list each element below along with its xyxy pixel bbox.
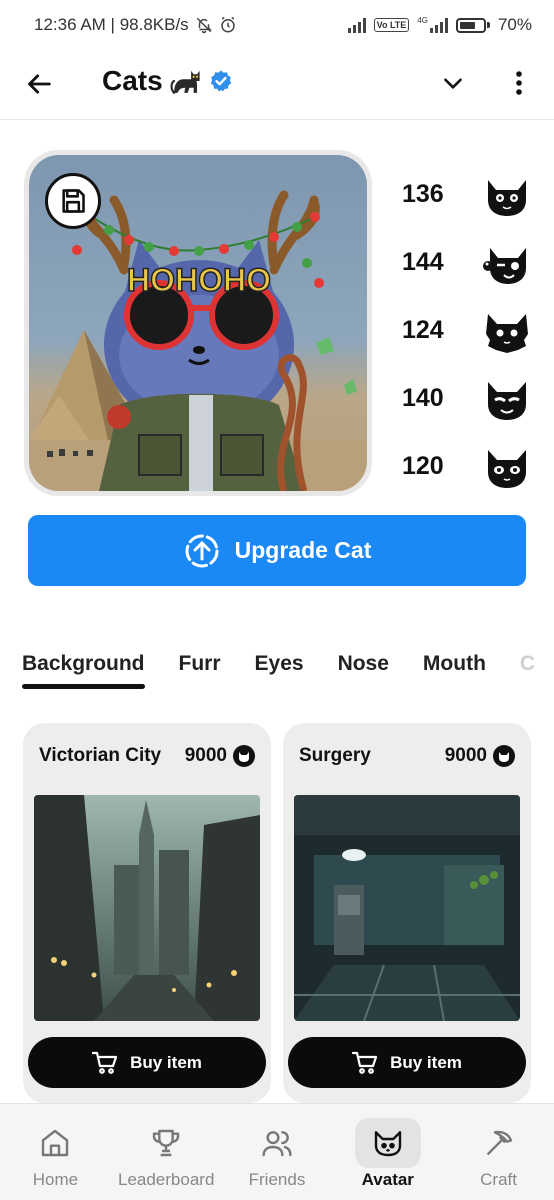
app-header: Cats: [0, 50, 554, 120]
glasses-text: HOHOHO: [127, 262, 271, 298]
stat-value: 140: [402, 383, 444, 412]
item-price: 9000: [444, 745, 487, 766]
nav-label: Avatar: [361, 1170, 414, 1189]
volte-badge: Vo LTE: [373, 18, 410, 32]
stat-value: 124: [402, 315, 444, 344]
tab-partial[interactable]: C: [520, 640, 535, 688]
upgrade-label: Upgrade Cat: [234, 537, 372, 563]
friends-icon: [262, 1131, 292, 1157]
arrow-left-icon: [28, 74, 51, 94]
stat-value: 120: [402, 451, 444, 480]
pickaxe-icon: [486, 1130, 512, 1155]
nav-craft[interactable]: Craft: [443, 1104, 554, 1200]
cat-coin-icon: [493, 745, 515, 767]
battery-icon: [455, 17, 490, 33]
shop-item-card: Victorian City 9000 Buy item: [23, 723, 271, 1103]
cat-face-smug-icon: [488, 382, 526, 420]
stat-value: 144: [402, 247, 444, 276]
item-preview-image[interactable]: [294, 795, 520, 1021]
battery-percent: 70%: [497, 15, 532, 34]
tab-background[interactable]: Background: [22, 640, 145, 689]
item-name: Victorian City: [39, 745, 162, 766]
buy-item-button[interactable]: Buy item: [288, 1037, 526, 1088]
cart-icon: [92, 1051, 118, 1074]
item-name: Surgery: [299, 745, 371, 766]
verified-badge-icon: [210, 70, 231, 92]
nav-leaderboard[interactable]: Leaderboard: [111, 1104, 222, 1200]
item-price: 9000: [184, 745, 227, 766]
dropdown-button[interactable]: [436, 66, 470, 100]
status-bar: 12:36 AM | 98.8KB/s Vo LTE 4G 70%: [0, 0, 554, 50]
network-label: 4G: [417, 16, 428, 25]
bottom-navigation: Home Leaderboard Friends Avatar Craft: [0, 1103, 554, 1200]
nav-friends[interactable]: Friends: [222, 1104, 333, 1200]
stat-row: 144: [402, 228, 532, 296]
trophy-icon: [152, 1129, 180, 1157]
page-title: Cats: [102, 65, 163, 96]
item-preview-image[interactable]: [34, 795, 260, 1021]
black-cat-icon: [170, 70, 200, 94]
cat-face-starry-icon: [488, 450, 526, 488]
item-header: Surgery 9000: [299, 745, 515, 767]
avatar-image: HOHOHO: [29, 155, 367, 491]
nav-avatar[interactable]: Avatar: [332, 1104, 443, 1200]
bell-off-icon: [196, 17, 212, 34]
stat-row: 136: [402, 160, 532, 228]
tab-eyes[interactable]: Eyes: [255, 640, 304, 688]
nav-label: Leaderboard: [117, 1170, 215, 1189]
item-price-group: 9000: [185, 745, 255, 767]
tab-nose[interactable]: Nose: [338, 640, 389, 688]
tab-mouth[interactable]: Mouth: [423, 640, 486, 688]
cat-face-fluffy-icon: [486, 314, 528, 353]
buy-label: Buy item: [390, 1052, 462, 1072]
item-price-group: 9000: [445, 745, 515, 767]
cart-icon: [352, 1051, 378, 1074]
save-icon: [62, 189, 85, 213]
tab-furr[interactable]: Furr: [179, 640, 221, 688]
cat-face-sparkle-icon: [488, 180, 526, 216]
cat-coin-icon: [233, 745, 255, 767]
more-vertical-icon: [516, 71, 522, 95]
stat-row: 124: [402, 296, 532, 364]
signal-icon: [347, 17, 366, 33]
title-group: Cats: [102, 64, 233, 98]
more-menu-button[interactable]: [504, 66, 534, 100]
home-icon: [42, 1129, 69, 1157]
nav-home[interactable]: Home: [0, 1104, 111, 1200]
stat-row: 120: [402, 432, 532, 500]
cat-avatar-icon: [374, 1131, 401, 1157]
upgrade-cat-button[interactable]: Upgrade Cat: [28, 515, 526, 586]
cat-stats: 136 144 124 140 120: [402, 160, 532, 500]
shop-item-card: Surgery 9000 Buy item: [283, 723, 531, 1103]
stat-row: 140: [402, 364, 532, 432]
buy-label: Buy item: [130, 1052, 202, 1072]
chevron-down-icon: [444, 78, 462, 89]
category-tabs: Background Furr Eyes Nose Mouth C: [22, 640, 554, 692]
stat-value: 136: [402, 179, 444, 208]
save-avatar-button[interactable]: [45, 173, 101, 229]
back-button[interactable]: [22, 66, 58, 102]
nav-label: Friends: [248, 1170, 306, 1189]
status-time-speed: 12:36 AM | 98.8KB/s: [34, 15, 189, 34]
buy-item-button[interactable]: Buy item: [28, 1037, 266, 1088]
nav-label: Home: [32, 1170, 79, 1189]
cat-face-wink-icon: [483, 248, 526, 284]
signal-4g-icon: 4G: [417, 17, 448, 33]
upgrade-arrow-icon: [185, 534, 219, 567]
alarm-icon: [220, 16, 235, 33]
item-header: Victorian City 9000: [39, 745, 255, 767]
nav-label: Craft: [480, 1170, 517, 1189]
avatar-card: HOHOHO: [24, 150, 372, 496]
